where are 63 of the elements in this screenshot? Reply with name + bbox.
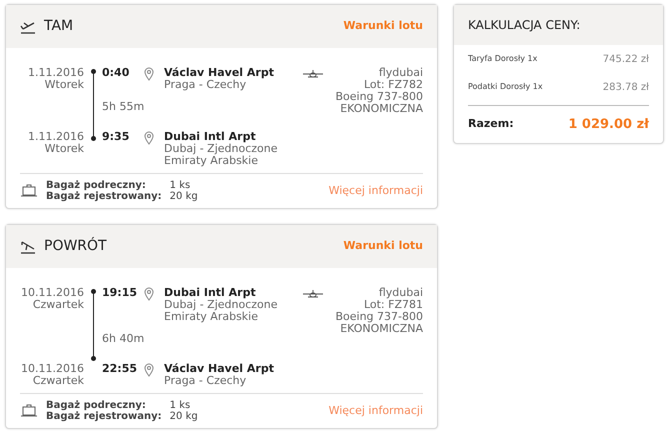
weekday-text: Czwartek — [32, 375, 84, 387]
card-title: KALKULACJA CENY: — [468, 17, 580, 34]
location-pin-icon — [144, 287, 154, 301]
baggage-label: Bagaż rejestrowany: — [46, 191, 162, 202]
takeoff-icon — [20, 20, 36, 34]
city-text: Praga - Czechy — [164, 375, 247, 387]
airplane-icon — [302, 289, 324, 299]
airline-text: flydubai — [378, 67, 423, 79]
card-title: POWRÓT — [44, 236, 107, 256]
timeline-line — [92, 291, 94, 359]
price-amount: 283.78 zł — [602, 80, 649, 94]
total-label: Razem: — [468, 116, 514, 132]
total-amount: 1 029.00 zł — [568, 116, 649, 134]
flight-conditions-link[interactable]: Warunki lotu — [343, 238, 423, 255]
weekday-text: Czwartek — [32, 299, 84, 311]
price-amount: 745.22 zł — [602, 52, 649, 66]
airplane-icon — [302, 69, 324, 79]
airline-text: flydubai — [378, 287, 423, 299]
more-info-link[interactable]: Więcej informacji — [328, 402, 423, 420]
weekday-text: Wtorek — [44, 143, 84, 155]
cabin-class: EKONOMICZNA — [340, 323, 423, 335]
baggage-value: 20 kg — [170, 411, 198, 422]
airport-name: Václav Havel Arpt — [164, 67, 275, 79]
date-text: 10.11.2016 — [20, 287, 84, 299]
flight-conditions-link[interactable]: Warunki lotu — [343, 18, 423, 35]
duration-text: 5h 55m — [102, 99, 144, 115]
location-pin-icon — [144, 131, 154, 145]
departure-time: 19:15 — [102, 287, 138, 301]
luggage-icon — [20, 404, 38, 418]
city-text: Dubaj - Zjednoczone Emiraty Arabskie — [164, 299, 279, 323]
date-text: 10.11.2016 — [20, 363, 84, 375]
baggage-value: 1 ks — [170, 400, 192, 411]
location-pin-icon — [144, 363, 154, 377]
baggage-label: Bagaż podreczny: — [46, 180, 147, 191]
timeline-line — [92, 71, 94, 139]
baggage-label: Bagaż podreczny: — [46, 400, 147, 411]
aircraft-text: Boeing 737-800 — [335, 91, 423, 103]
arrival-time: 22:55 — [102, 363, 138, 377]
cabin-class: EKONOMICZNA — [340, 103, 423, 115]
date-text: 1.11.2016 — [27, 131, 84, 143]
arrival-time: 9:35 — [102, 131, 130, 145]
airport-name: Dubai Intl Arpt — [164, 131, 257, 143]
city-text: Dubaj - Zjednoczone Emiraty Arabskie — [164, 143, 279, 167]
price-label: Podatki Dorosły 1x — [468, 81, 543, 93]
location-pin-icon — [144, 67, 154, 81]
landing-icon — [20, 240, 36, 254]
duration-text: 6h 40m — [102, 331, 144, 347]
date-text: 1.11.2016 — [27, 67, 84, 79]
baggage-label: Bagaż rejestrowany: — [46, 411, 162, 422]
more-info-link[interactable]: Więcej informacji — [328, 182, 423, 200]
airport-name: Václav Havel Arpt — [164, 363, 275, 375]
departure-time: 0:40 — [102, 67, 130, 81]
flight-number: Lot: FZ782 — [362, 79, 423, 91]
aircraft-text: Boeing 737-800 — [335, 311, 423, 323]
luggage-icon — [20, 184, 38, 198]
city-text: Praga - Czechy — [164, 79, 247, 91]
card-title: TAM — [44, 17, 74, 36]
price-label: Taryfa Dorosły 1x — [468, 53, 538, 65]
airport-name: Dubai Intl Arpt — [164, 287, 257, 299]
baggage-value: 20 kg — [170, 191, 198, 202]
weekday-text: Wtorek — [44, 79, 84, 91]
baggage-value: 1 ks — [170, 180, 192, 191]
flight-number: Lot: FZ781 — [362, 299, 423, 311]
